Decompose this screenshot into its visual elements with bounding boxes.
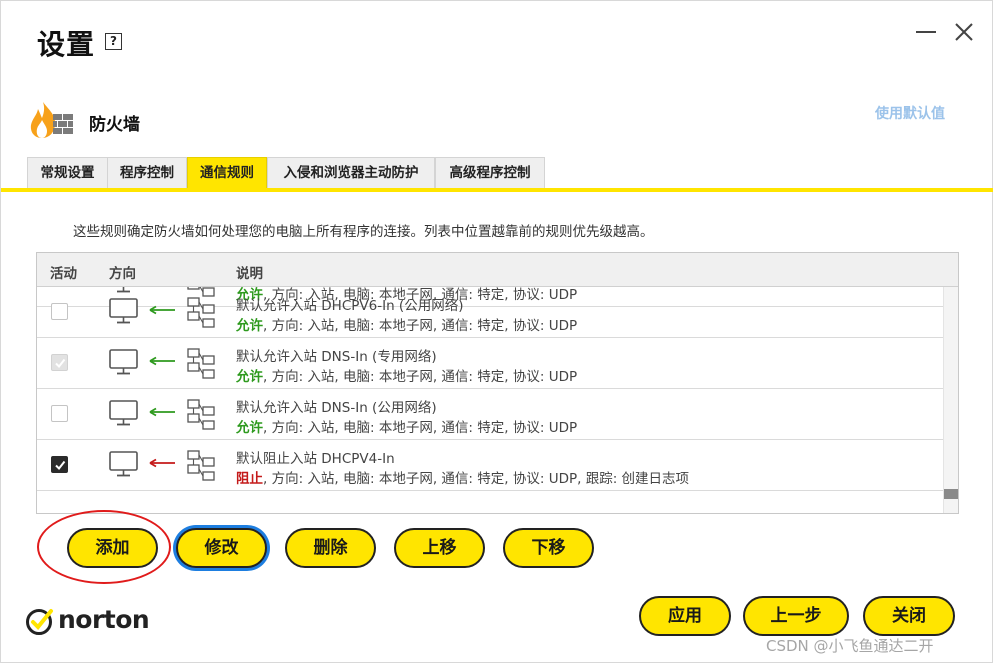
norton-wordmark: norton	[58, 605, 150, 634]
rule-name: 默认阻止入站 DHCPV4-In	[236, 451, 395, 467]
rule-name: 默认允许入站 DNS-In (专用网络)	[236, 349, 437, 365]
inbound-direction-icon	[109, 399, 219, 431]
inbound-direction-icon	[109, 348, 219, 380]
tab-advanced-program-control[interactable]: 高级程序控制	[435, 157, 545, 188]
rule-detail: 允许, 方向: 入站, 电脑: 本地子网, 通信: 特定, 协议: UDP	[236, 314, 577, 334]
table-row[interactable]: 默认允许入站 DNS-In (公用网络) 允许, 方向: 入站, 电脑: 本地子…	[37, 389, 943, 440]
page-title: 设置	[37, 28, 96, 61]
column-description: 说明	[236, 266, 263, 282]
use-defaults-link[interactable]: 使用默认值	[875, 103, 945, 123]
checkmark-icon	[55, 358, 66, 369]
rule-detail-text: , 方向: 入站, 电脑: 本地子网, 通信: 特定, 协议: UDP	[263, 369, 578, 385]
rule-action: 允许	[236, 369, 263, 385]
apply-button[interactable]: 应用	[639, 596, 731, 636]
tab-traffic-rules[interactable]: 通信规则	[187, 157, 267, 188]
rule-active-checkbox[interactable]	[51, 405, 68, 422]
scrollbar-thumb[interactable]	[944, 489, 958, 499]
modify-button[interactable]: 修改	[176, 528, 267, 568]
add-button[interactable]: 添加	[67, 528, 158, 568]
checkmark-icon	[55, 460, 66, 471]
help-icon[interactable]: ?	[105, 33, 122, 50]
rule-active-checkbox[interactable]	[51, 303, 68, 320]
table-scrollbar[interactable]	[943, 287, 958, 513]
rule-detail: 允许, 方向: 入站, 电脑: 本地子网, 通信: 特定, 协议: UDP	[236, 365, 577, 385]
rule-name: 默认允许入站 DHCPV6-In (公用网络)	[236, 298, 464, 314]
rule-detail-text: , 方向: 入站, 电脑: 本地子网, 通信: 特定, 协议: UDP	[263, 318, 578, 334]
back-button[interactable]: 上一步	[743, 596, 849, 636]
table-row[interactable]: 默认允许入站 DHCPV6-In (公用网络) 允许, 方向: 入站, 电脑: …	[37, 287, 943, 338]
close-button[interactable]: 关闭	[863, 596, 955, 636]
tab-general[interactable]: 常规设置	[27, 157, 108, 188]
rule-active-checkbox[interactable]	[51, 456, 68, 473]
rule-action: 允许	[236, 420, 263, 436]
minimize-icon[interactable]	[916, 31, 936, 33]
rule-detail: 允许, 方向: 入站, 电脑: 本地子网, 通信: 特定, 协议: UDP	[236, 416, 577, 436]
inbound-block-direction-icon	[109, 450, 219, 482]
rule-detail-text: , 方向: 入站, 电脑: 本地子网, 通信: 特定, 协议: UDP	[263, 420, 578, 436]
rules-table: 活动 方向 说明 允许, 方向: 入站, 电脑: 本地子网, 通信: 特定, 协…	[36, 252, 959, 514]
tab-intrusion-browser-protection[interactable]: 入侵和浏览器主动防护	[267, 157, 435, 188]
table-row[interactable]: 默认阻止入站 DHCPV4-In 阻止, 方向: 入站, 电脑: 本地子网, 通…	[37, 440, 943, 491]
move-up-button[interactable]: 上移	[394, 528, 485, 568]
rule-detail-text: , 方向: 入站, 电脑: 本地子网, 通信: 特定, 协议: UDP, 跟踪:…	[263, 471, 690, 487]
rule-name: 默认允许入站 DNS-In (公用网络)	[236, 400, 437, 416]
firewall-icon	[30, 102, 73, 138]
close-icon[interactable]	[953, 21, 975, 43]
norton-check-icon	[26, 609, 53, 635]
column-direction: 方向	[109, 266, 136, 282]
table-header: 活动 方向 说明	[37, 253, 958, 287]
rules-description: 这些规则确定防火墙如何处理您的电脑上所有程序的连接。列表中位置越靠前的规则优先级…	[73, 224, 654, 240]
tab-bar: 常规设置 程序控制 通信规则 入侵和浏览器主动防护 高级程序控制	[1, 157, 993, 192]
tab-program-control[interactable]: 程序控制	[107, 157, 187, 188]
rule-action: 允许	[236, 318, 263, 334]
move-down-button[interactable]: 下移	[503, 528, 594, 568]
delete-button[interactable]: 删除	[285, 528, 376, 568]
rules-list: 允许, 方向: 入站, 电脑: 本地子网, 通信: 特定, 协议: UDP 默认…	[37, 287, 943, 513]
watermark: CSDN @小飞鱼通达二开	[766, 637, 934, 655]
rule-detail: 阻止, 方向: 入站, 电脑: 本地子网, 通信: 特定, 协议: UDP, 跟…	[236, 467, 689, 487]
section-title: 防火墙	[89, 115, 140, 135]
column-active: 活动	[50, 266, 77, 282]
rule-active-checkbox[interactable]	[51, 354, 68, 371]
table-row[interactable]: 默认允许入站 DNS-In (专用网络) 允许, 方向: 入站, 电脑: 本地子…	[37, 338, 943, 389]
rule-action: 阻止	[236, 471, 263, 487]
settings-window: 设置 ? 防火墙 使用默认值 常规设置 程序控制 通信规则 入侵和浏览器主动防护…	[0, 0, 993, 663]
inbound-direction-icon	[109, 297, 219, 329]
